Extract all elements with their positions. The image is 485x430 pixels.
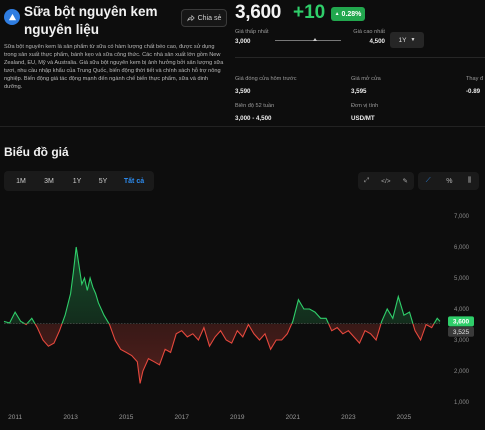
y-tick-label: 2,000 [454, 369, 470, 375]
stat-52-week-range: Biên độ 52 tuần 3,000 - 4,500 [235, 94, 274, 122]
tab-3m[interactable]: 3M [36, 171, 62, 191]
stat-value: 3,000 - 4,500 [235, 115, 272, 122]
range-high-value: 4,500 [369, 38, 385, 45]
share-button[interactable]: Chia sẻ [181, 9, 227, 27]
stat-open: Giá mở cửa 3,595 [351, 67, 381, 95]
price-range: Giá thấp nhất 3,000 Giá cao nhất 4,500 [235, 29, 385, 49]
tab-1y[interactable]: 1Y [64, 171, 90, 191]
chart-tools: ⤢ </> ✎ [358, 172, 414, 190]
page-title: Sữa bột nguyên kem nguyên liệu [24, 4, 158, 37]
price-chart[interactable]: 7,000 6,000 5,000 4,000 3,000 2,000 1,000 2011 2… [0, 196, 485, 430]
tab-all[interactable]: Tất cả [117, 171, 151, 191]
y-tick-label: 7,000 [454, 214, 470, 220]
x-tick-label: 2025 [397, 414, 412, 421]
change-percent: 0.28% [341, 10, 362, 18]
line-chart-icon[interactable]: ⟋ [426, 177, 431, 185]
y-tick-label: 5,000 [454, 276, 470, 282]
description: Sữa bột nguyên kem là sản phẩm từ sữa có… [4, 44, 224, 90]
chart-section-title: Biểu đồ giá [4, 145, 69, 159]
y-tick-label: 3,000 [454, 338, 470, 344]
y-tick-label: 6,000 [454, 245, 470, 251]
chevron-down-icon: ▼ [410, 37, 416, 43]
x-tick-label: 2021 [286, 414, 301, 421]
range-low-label: Giá thấp nhất [235, 29, 269, 35]
candlestick-icon[interactable]: ⫼ [468, 177, 471, 185]
area-above-baseline [4, 247, 440, 324]
stat-label: Biên độ 52 tuần [235, 103, 275, 109]
y-tick-label: 4,000 [454, 307, 470, 313]
stat-label: Thay đ [466, 76, 484, 82]
arrow-up-icon: ▲ [334, 11, 340, 17]
x-tick-label: 2013 [63, 414, 78, 421]
price-change: +10 [293, 2, 326, 23]
range-track [275, 40, 341, 41]
period-value: 1Y [398, 36, 407, 44]
stat-unit: Đơn vị tính USD/MT [351, 94, 378, 122]
y-tick-label: 1,000 [454, 400, 470, 406]
range-high-label: Giá cao nhất [353, 29, 385, 35]
chart-mode-toggle: ⟋ % ⫼ [418, 172, 479, 190]
percent-icon[interactable]: % [446, 178, 452, 185]
x-tick-label: 2023 [341, 414, 356, 421]
x-tick-label: 2011 [8, 414, 22, 421]
tab-1m[interactable]: 1M [8, 171, 34, 191]
stat-prev-close: Giá đóng cửa hôm trước 3,590 [235, 67, 297, 95]
range-low-value: 3,000 [235, 38, 251, 45]
baseline-label: 3,525 [453, 329, 470, 336]
expand-icon[interactable]: ⤢ [364, 177, 369, 185]
share-label: Chia sẻ [197, 14, 222, 22]
x-tick-label: 2017 [174, 414, 189, 421]
x-tick-label: 2015 [119, 414, 134, 421]
x-tick-label: 2019 [230, 414, 245, 421]
stat-label: Giá mở cửa [351, 76, 381, 82]
current-price-label: 3,600 [453, 319, 470, 326]
current-price: 3,600 [235, 2, 282, 23]
stat-label: Giá đóng cửa hôm trước [235, 76, 297, 82]
time-range-tabs: 1M 3M 1Y 5Y Tất cả [4, 171, 154, 191]
section-divider [0, 126, 485, 127]
stat-change: Thay đ -0.89 [466, 67, 483, 95]
stat-value: -0.89 [466, 88, 481, 95]
embed-icon[interactable]: </> [381, 178, 390, 185]
draw-icon[interactable]: ✎ [403, 177, 408, 185]
range-marker [312, 38, 317, 41]
triangle-up-icon [8, 13, 16, 20]
period-dropdown[interactable]: 1Y ▼ [390, 32, 424, 48]
tab-5y[interactable]: 5Y [90, 171, 116, 191]
stat-label: Đơn vị tính [351, 103, 379, 109]
stat-value: USD/MT [351, 115, 375, 122]
share-icon [186, 14, 195, 22]
commodity-logo-icon [4, 9, 20, 25]
change-percent-badge: ▲ 0.28% [331, 7, 365, 21]
divider [235, 57, 485, 58]
